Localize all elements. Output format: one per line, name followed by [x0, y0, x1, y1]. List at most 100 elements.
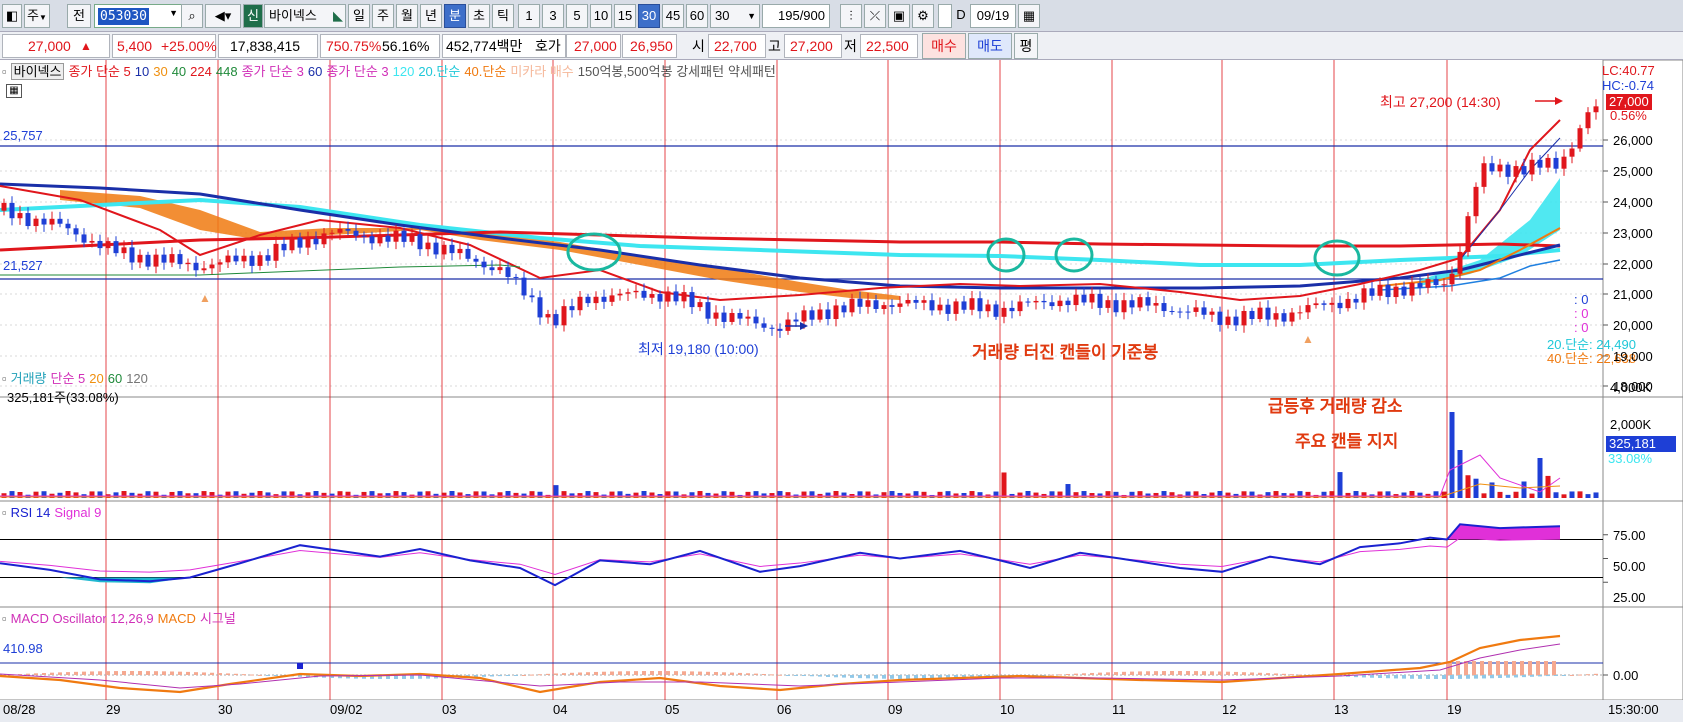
count-input[interactable]: 195/900 — [762, 4, 830, 28]
macd-osc-bar — [546, 673, 550, 675]
legend-vol-120: 120 — [126, 371, 148, 386]
candle-body — [1529, 159, 1535, 175]
macd-osc-bar — [1114, 672, 1118, 675]
legend-vol-ma[interactable]: 단순 5 — [51, 371, 86, 386]
candle-body — [249, 255, 255, 266]
price-tick: 26,000 — [1613, 133, 1653, 148]
legend-macd-osc[interactable]: MACD Oscillator 12,26,9 — [11, 611, 154, 626]
stock-code-input[interactable]: 053030 ▼ — [94, 4, 182, 28]
candle-body — [537, 297, 543, 318]
macd-osc-bar — [810, 675, 814, 677]
macd-osc-bar — [154, 671, 158, 675]
candle-body — [73, 228, 79, 235]
period-week[interactable]: 주 — [372, 4, 394, 28]
macd-osc-bar — [226, 673, 230, 675]
volume-bar — [1521, 481, 1527, 498]
legend-macd-signal[interactable]: 시그널 — [200, 611, 236, 626]
period-second[interactable]: 초 — [468, 4, 490, 28]
legend-pattern[interactable]: 150억봉,500억봉 강세패턴 — [578, 64, 724, 79]
legend-rsi-signal[interactable]: Signal 9 — [54, 505, 101, 520]
minute-select[interactable]: 30 ▼ — [710, 4, 760, 28]
draw-tool-icon[interactable]: ⤫ — [864, 4, 886, 28]
period-year[interactable]: 년 — [420, 4, 442, 28]
macd-osc-bar — [1522, 675, 1526, 678]
macd-osc-bar — [1458, 675, 1462, 679]
eval-button[interactable]: 평 — [1014, 33, 1038, 59]
speaker-icon[interactable]: ◀▾ — [205, 4, 241, 28]
minute-45[interactable]: 45 — [662, 4, 684, 28]
prev-button[interactable]: 전 — [67, 4, 91, 28]
legend-ma-c[interactable]: 종가 단순 3 — [326, 64, 388, 79]
candle-body — [97, 240, 103, 249]
macd-osc-bar — [1082, 673, 1086, 675]
legend-macd[interactable]: MACD — [158, 611, 196, 626]
minute-30[interactable]: 30 — [638, 4, 660, 28]
minute-5[interactable]: 5 — [566, 4, 588, 28]
sell-button[interactable]: 매도 — [968, 33, 1012, 59]
minute-1[interactable]: 1 — [518, 4, 540, 28]
grid-icon[interactable]: ▦ — [6, 84, 22, 98]
macd-osc-bar — [514, 675, 518, 676]
x-axis-label: 04 — [553, 702, 568, 717]
candle-body — [289, 237, 295, 251]
macd-osc-bar — [1410, 675, 1414, 679]
gear-icon[interactable]: ⚙ — [912, 4, 934, 28]
high-label: 고 — [768, 38, 781, 54]
macd-osc-bar — [530, 674, 534, 676]
layout-icon[interactable]: ◧ — [2, 4, 22, 28]
macd-osc-bar — [1138, 671, 1142, 675]
candle-body — [409, 234, 415, 242]
price-tick: 24,000 — [1613, 195, 1653, 210]
search-icon[interactable]: ⌕ — [181, 4, 203, 28]
type-select[interactable]: 주▼ — [24, 4, 50, 28]
macd-osc-bar — [1122, 671, 1126, 675]
save-icon[interactable]: ▣ — [888, 4, 910, 28]
period-minute[interactable]: 분 — [444, 4, 466, 28]
period-day[interactable]: 일 — [348, 4, 370, 28]
legend-ma-a[interactable]: 종가 단순 5 — [68, 64, 130, 79]
macd-osc-bar — [146, 671, 150, 675]
calendar-icon[interactable]: ▦ — [1018, 4, 1040, 28]
stock-name[interactable]: 바이넥스 ◣ — [264, 4, 346, 28]
buy-button[interactable]: 매수 — [922, 33, 966, 59]
chart-canvas[interactable]: ▲▲ — [0, 60, 1683, 722]
minute-15[interactable]: 15 — [614, 4, 636, 28]
candle-body — [985, 304, 991, 312]
macd-osc-bar — [890, 675, 894, 679]
candle-type-icon[interactable]: ⫶ — [840, 4, 862, 28]
minute-10[interactable]: 10 — [590, 4, 612, 28]
candle-body — [665, 291, 671, 302]
macd-osc-bar — [746, 673, 750, 675]
legend-rsi[interactable]: RSI 14 — [11, 505, 51, 520]
volume-bar — [1553, 492, 1559, 498]
macd-osc-bar — [1504, 661, 1508, 675]
legend-ma-a-40: 40 — [171, 64, 187, 79]
candle-body — [841, 305, 847, 313]
chevron-down-icon[interactable]: ▼ — [169, 8, 178, 18]
period-month[interactable]: 월 — [396, 4, 418, 28]
candle-body — [1377, 284, 1383, 296]
legend-volume[interactable]: 거래량 — [11, 371, 47, 386]
legend-weak[interactable]: 약세패턴 — [728, 64, 776, 79]
x-axis-label: 09 — [888, 702, 903, 717]
date-field[interactable]: 09/19 — [970, 4, 1016, 28]
candle-body — [457, 248, 463, 254]
date-checkbox[interactable] — [938, 4, 952, 28]
candle-body — [569, 306, 575, 311]
legend-ma-b[interactable]: 종가 단순 3 — [242, 64, 304, 79]
minute-60[interactable]: 60 — [686, 4, 708, 28]
hline-label-lower: 21,527 — [3, 258, 43, 273]
candle-body — [881, 305, 887, 309]
minute-3[interactable]: 3 — [542, 4, 564, 28]
macd-osc-bar — [1434, 675, 1438, 679]
candle-body — [1425, 279, 1431, 288]
period-tick[interactable]: 틱 — [492, 4, 514, 28]
candle-body — [417, 234, 423, 250]
legend-ichimoku[interactable]: 미카라 매수 — [510, 64, 573, 79]
legend-stock-name[interactable]: 바이넥스 — [10, 63, 65, 80]
candle-body — [673, 291, 679, 302]
volume-current-pct: 33.08% — [1608, 451, 1653, 466]
candle-body — [1193, 307, 1199, 312]
macd-osc-bar — [498, 675, 502, 677]
macd-osc-bar — [1146, 671, 1150, 675]
